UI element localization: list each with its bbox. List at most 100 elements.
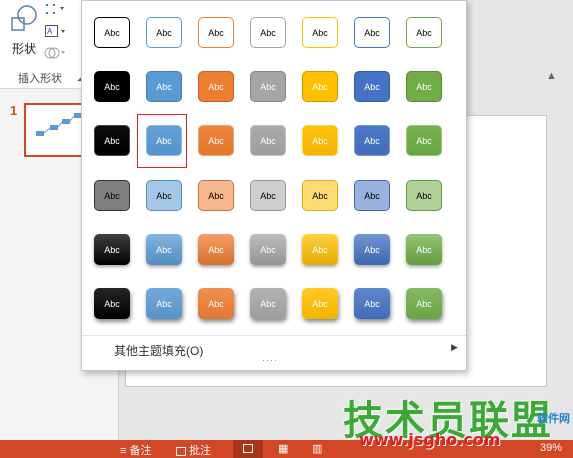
- style-swatch[interactable]: Abc: [250, 180, 286, 211]
- style-swatch-label: Abc: [364, 135, 380, 146]
- style-swatch[interactable]: Abc: [354, 180, 390, 211]
- shape-styles-gallery: Abc Abc Abc Abc Abc Abc Abc Abc Abc Abc Abc Abc Abc A…: [81, 0, 467, 371]
- style-swatch[interactable]: Abc: [354, 125, 390, 156]
- style-swatch-label: Abc: [104, 135, 120, 146]
- style-swatch-label: Abc: [312, 244, 328, 255]
- style-swatch[interactable]: Abc: [146, 71, 182, 102]
- style-swatch[interactable]: Abc: [94, 288, 130, 319]
- normal-view-icon: [243, 444, 253, 453]
- style-swatch[interactable]: Abc: [354, 71, 390, 102]
- style-swatch[interactable]: Abc: [198, 180, 234, 211]
- style-swatch[interactable]: Abc: [198, 234, 234, 265]
- resize-grip-icon[interactable]: ····: [262, 355, 278, 365]
- style-swatch[interactable]: Abc: [406, 125, 442, 156]
- merge-shapes-icon: [44, 47, 65, 59]
- comments-button[interactable]: 批注: [176, 442, 211, 458]
- style-swatch[interactable]: Abc: [198, 125, 234, 156]
- style-swatch-label: Abc: [416, 190, 432, 201]
- notes-icon: ≡: [120, 445, 127, 457]
- more-theme-fills-item[interactable]: 其他主题填充(O): [114, 342, 203, 359]
- style-swatch-label: Abc: [364, 81, 380, 92]
- style-swatch[interactable]: Abc: [406, 71, 442, 102]
- style-swatch[interactable]: Abc: [94, 71, 130, 102]
- style-swatch[interactable]: Abc: [94, 17, 130, 48]
- style-swatch[interactable]: Abc: [354, 17, 390, 48]
- edit-shape-button[interactable]: [44, 2, 70, 20]
- reading-view-button[interactable]: ▥: [312, 442, 322, 455]
- collapse-ribbon-icon[interactable]: ▲: [546, 70, 557, 82]
- style-swatch-label: Abc: [364, 27, 380, 38]
- shapes-label: 形状: [12, 42, 37, 56]
- style-swatch-label: Abc: [156, 190, 172, 201]
- submenu-arrow-icon: ▶: [451, 342, 458, 352]
- style-swatch[interactable]: Abc: [302, 17, 338, 48]
- style-swatch-label: Abc: [364, 244, 380, 255]
- style-swatch[interactable]: Abc: [198, 17, 234, 48]
- style-swatch-label: Abc: [208, 135, 224, 146]
- style-swatch[interactable]: Abc: [354, 234, 390, 265]
- selected-style-highlight: [137, 114, 187, 168]
- style-swatch-label: Abc: [104, 81, 120, 92]
- style-swatch-label: Abc: [416, 81, 432, 92]
- style-swatch-label: Abc: [312, 135, 328, 146]
- style-swatch-label: Abc: [416, 27, 432, 38]
- style-swatch-label: Abc: [364, 298, 380, 309]
- style-swatch-label: Abc: [156, 298, 172, 309]
- comments-icon: [176, 446, 186, 456]
- style-swatch[interactable]: Abc: [406, 234, 442, 265]
- style-swatch[interactable]: Abc: [250, 125, 286, 156]
- style-swatch[interactable]: Abc: [250, 234, 286, 265]
- style-swatch-label: Abc: [104, 244, 120, 255]
- text-box-button[interactable]: A: [44, 24, 70, 42]
- style-swatch[interactable]: Abc: [146, 288, 182, 319]
- style-swatch[interactable]: Abc: [406, 180, 442, 211]
- style-swatch[interactable]: Abc: [250, 17, 286, 48]
- style-swatch[interactable]: Abc: [406, 17, 442, 48]
- style-swatch-label: Abc: [260, 190, 276, 201]
- style-swatch[interactable]: Abc: [94, 234, 130, 265]
- notes-button[interactable]: ≡ 备注: [120, 442, 151, 458]
- style-swatch[interactable]: Abc: [302, 288, 338, 319]
- style-swatch[interactable]: Abc: [94, 180, 130, 211]
- style-swatch[interactable]: Abc: [302, 71, 338, 102]
- style-swatch-label: Abc: [104, 27, 120, 38]
- comments-label: 批注: [189, 445, 211, 457]
- style-swatch[interactable]: Abc: [146, 180, 182, 211]
- style-swatch[interactable]: Abc: [302, 234, 338, 265]
- style-swatch-label: Abc: [156, 244, 172, 255]
- style-swatch[interactable]: Abc: [146, 234, 182, 265]
- style-swatch[interactable]: Abc: [302, 180, 338, 211]
- style-swatch-label: Abc: [312, 298, 328, 309]
- style-swatch-label: Abc: [208, 190, 224, 201]
- style-swatch[interactable]: Abc: [146, 17, 182, 48]
- style-swatch-label: Abc: [104, 190, 120, 201]
- style-swatch-label: Abc: [312, 190, 328, 201]
- normal-view-button[interactable]: [233, 440, 263, 458]
- style-swatch-label: Abc: [260, 27, 276, 38]
- style-swatch-label: Abc: [416, 298, 432, 309]
- shapes-icon: [11, 5, 37, 31]
- style-swatch[interactable]: Abc: [250, 288, 286, 319]
- style-swatch[interactable]: Abc: [354, 288, 390, 319]
- merge-shapes-button[interactable]: [44, 45, 70, 63]
- style-swatch[interactable]: Abc: [406, 288, 442, 319]
- style-swatch[interactable]: Abc: [94, 125, 130, 156]
- style-swatch-label: Abc: [416, 244, 432, 255]
- gallery-separator: [82, 335, 466, 336]
- style-swatch-label: Abc: [104, 298, 120, 309]
- style-swatch-label: Abc: [208, 81, 224, 92]
- style-swatch[interactable]: Abc: [250, 71, 286, 102]
- style-swatch-label: Abc: [156, 27, 172, 38]
- svg-text:A: A: [47, 27, 53, 36]
- slide-sorter-button[interactable]: ▦: [278, 442, 288, 455]
- style-swatch-label: Abc: [416, 135, 432, 146]
- style-swatch[interactable]: Abc: [198, 71, 234, 102]
- slide-number: 1: [10, 103, 18, 118]
- notes-label: 备注: [129, 445, 152, 457]
- style-swatch-label: Abc: [312, 81, 328, 92]
- style-swatch[interactable]: Abc: [302, 125, 338, 156]
- edit-shape-icon: [46, 4, 64, 14]
- watermark-small-text: 软件网: [537, 413, 570, 425]
- shapes-button[interactable]: 形状: [4, 2, 40, 58]
- style-swatch[interactable]: Abc: [198, 288, 234, 319]
